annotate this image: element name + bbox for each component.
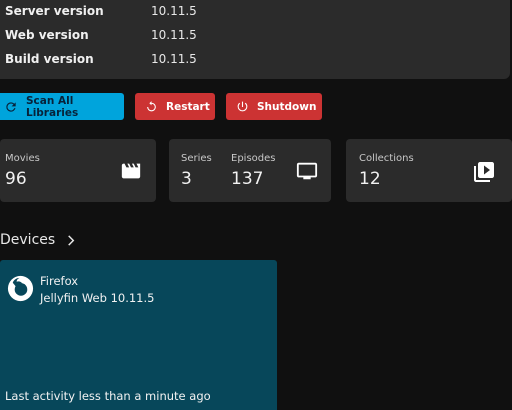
chevron-right-icon: [68, 234, 75, 246]
collections-count: 12: [359, 169, 381, 189]
server-version-value: 10.11.5: [151, 4, 197, 18]
web-version-value: 10.11.5: [151, 28, 197, 42]
server-info-panel: Server version 10.11.5 Web version 10.11…: [0, 0, 510, 79]
scan-all-libraries-button[interactable]: Scan All Libraries: [0, 93, 124, 120]
tv-icon: [296, 162, 318, 180]
movies-card[interactable]: Movies 96: [0, 139, 156, 202]
collections-card[interactable]: Collections 12: [346, 139, 512, 202]
shutdown-label: Shutdown: [257, 100, 317, 113]
restart-label: Restart: [166, 100, 210, 113]
series-episodes-card[interactable]: Series 3 Episodes 137: [169, 139, 331, 202]
restart-icon: [147, 101, 156, 112]
devices-heading: Devices: [0, 232, 56, 248]
firefox-icon: [7, 275, 34, 302]
series-count: 3: [181, 169, 192, 189]
episodes-label: Episodes: [231, 153, 276, 164]
devices-heading-link[interactable]: Devices: [0, 232, 75, 248]
device-card[interactable]: Firefox Jellyfin Web 10.11.5 Last activi…: [0, 260, 277, 410]
movie-clapper-icon: [121, 163, 141, 179]
device-app-version: Jellyfin Web 10.11.5: [40, 291, 155, 305]
web-version-label: Web version: [5, 28, 89, 42]
movies-label: Movies: [5, 153, 40, 164]
build-version-value: 10.11.5: [151, 52, 197, 66]
episodes-count: 137: [231, 169, 264, 189]
shutdown-button[interactable]: Shutdown: [226, 93, 322, 120]
refresh-icon: [6, 101, 16, 112]
device-last-activity: Last activity less than a minute ago: [5, 389, 211, 403]
restart-button[interactable]: Restart: [135, 93, 215, 120]
device-name: Firefox: [40, 274, 79, 288]
video-library-icon: [474, 162, 494, 182]
series-label: Series: [181, 153, 212, 164]
build-version-label: Build version: [5, 52, 94, 66]
movies-count: 96: [5, 169, 27, 189]
scan-all-libraries-label: Scan All Libraries: [26, 94, 79, 119]
power-icon: [237, 101, 248, 112]
server-version-label: Server version: [5, 4, 104, 18]
collections-label: Collections: [359, 153, 414, 164]
